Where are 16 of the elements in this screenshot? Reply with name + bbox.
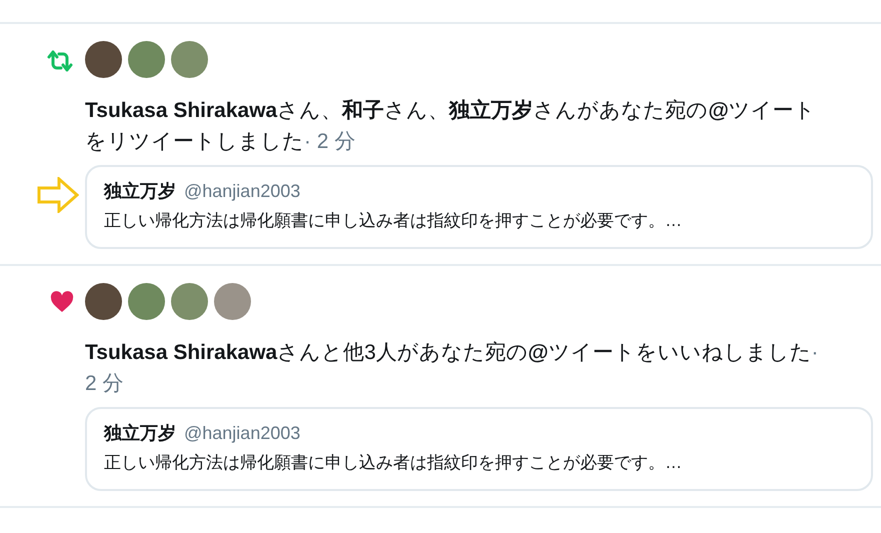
- tweet-text: 正しい帰化方法は帰化願書に申し込み者は指紋印を押すことが必要です。…: [104, 210, 683, 232]
- tweet-author-name: 独立万岁: [104, 422, 176, 445]
- notification-text: Tsukasa Shirakawaさん、和子さん、独立万岁さんがあなた宛の@ツイートをリツイートしました· 2 分: [85, 98, 817, 155]
- avatar-photo[interactable]: [128, 283, 165, 320]
- tweet-author-name: 独立万岁: [104, 180, 176, 203]
- avatar-photo[interactable]: [85, 41, 122, 78]
- tweet-author-handle: @hanjian2003: [184, 422, 300, 445]
- tweet-text: 正しい帰化方法は帰化願書に申し込み者は指紋印を押すことが必要です。…: [104, 452, 683, 474]
- avatar-photo[interactable]: [128, 41, 165, 78]
- quoted-tweet-card[interactable]: 独立万岁 @hanjian2003 正しい帰化方法は帰化願書に申し込み者は指紋印を押すことが必要です。…: [85, 407, 873, 491]
- quoted-tweet-card[interactable]: 独立万岁 @hanjian2003 正しい帰化方法は帰化願書に申し込み者は指紋印を押すことが必要です。…: [85, 165, 873, 249]
- notification-text: Tsukasa Shirakawaさんと他3人があなた宛の@ツイートをいいねしました· 2 分: [85, 340, 820, 397]
- retweet-icon: [46, 49, 74, 73]
- avatar-photo[interactable]: [85, 283, 122, 320]
- heart-icon: [50, 291, 74, 313]
- tweet-author-handle: @hanjian2003: [184, 180, 300, 203]
